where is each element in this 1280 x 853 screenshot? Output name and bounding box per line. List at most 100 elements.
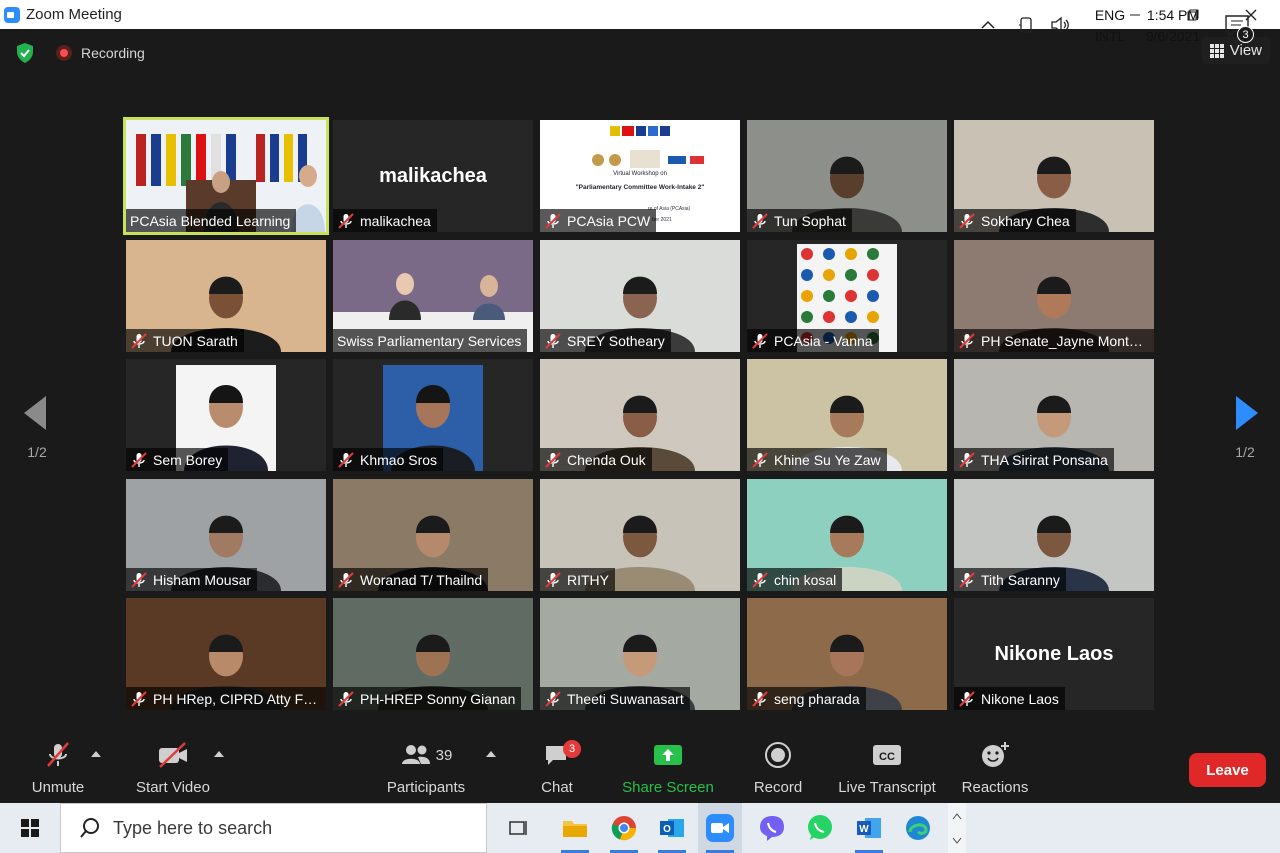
participant-tile[interactable]: Hisham Mousar: [126, 479, 326, 591]
participant-tile[interactable]: TUON Sarath: [126, 240, 326, 352]
participant-tile[interactable]: PH Senate_Jayne Montalban: [954, 240, 1154, 352]
participant-nameplate: Theeti Suwanasart: [540, 687, 690, 710]
participant-nameplate: PH HRep, CIPRD Atty Francis: [126, 687, 326, 710]
participant-tile[interactable]: Chenda Ouk: [540, 359, 740, 471]
security-shield-icon[interactable]: [14, 42, 36, 64]
taskbar-search-box[interactable]: Type here to search: [60, 803, 487, 853]
participant-nameplate: PCAsia - Vanna: [747, 329, 879, 352]
participant-nameplate: Woranad T/ Thailnd: [333, 568, 489, 591]
viber-icon: [760, 816, 784, 841]
next-page-button[interactable]: 1/2: [1230, 396, 1260, 460]
participant-name: malikachea: [360, 212, 431, 229]
participant-tile[interactable]: chin kosal: [747, 479, 947, 591]
grid-view-icon: [1209, 43, 1224, 58]
whatsapp-taskbar-button[interactable]: [798, 803, 842, 853]
outlook-taskbar-button[interactable]: O: [650, 803, 694, 853]
participants-options-caret[interactable]: [486, 751, 496, 757]
chat-button[interactable]: 3 Chat: [537, 735, 581, 796]
language-code: ENG: [1094, 7, 1126, 23]
file-explorer-taskbar-button[interactable]: [553, 803, 597, 853]
participant-tile[interactable]: seng pharada: [747, 598, 947, 710]
record-icon: [765, 742, 791, 768]
reactions-button[interactable]: Reactions: [960, 735, 1030, 796]
start-video-button[interactable]: Start Video: [133, 735, 213, 796]
unmute-button[interactable]: Unmute: [28, 735, 88, 796]
participant-name: Woranad T/ Thailnd: [360, 571, 483, 588]
video-options-caret[interactable]: [214, 751, 224, 757]
participant-tile[interactable]: Woranad T/ Thailnd: [333, 479, 533, 591]
participant-nameplate: PH Senate_Jayne Montalban: [954, 329, 1154, 352]
arrow-left-icon: [24, 396, 46, 430]
word-taskbar-button[interactable]: W: [847, 803, 891, 853]
muted-mic-icon: [752, 332, 768, 349]
chrome-taskbar-button[interactable]: [602, 803, 646, 853]
participant-tile[interactable]: RITHY: [540, 479, 740, 591]
closed-caption-icon: CC: [873, 745, 901, 765]
audio-options-caret[interactable]: [91, 751, 101, 757]
participants-label: Participants: [386, 779, 466, 796]
participant-tile[interactable]: Khmao Sros: [333, 359, 533, 471]
participant-tile[interactable]: Virtual Workshop on "Parliamentary Commit…: [540, 120, 740, 232]
share-screen-button[interactable]: Share Screen: [622, 735, 714, 796]
slide-line: Virtual Workshop on: [613, 171, 667, 177]
edge-taskbar-button[interactable]: [896, 803, 940, 853]
live-transcript-button[interactable]: CC Live Transcript: [836, 735, 938, 796]
participant-tile[interactable]: Tun Sophat: [747, 120, 947, 232]
recording-dot-icon: [56, 45, 72, 61]
task-view-taskbar-button[interactable]: [496, 803, 540, 853]
start-button[interactable]: [0, 803, 60, 853]
chat-unread-badge: 3: [563, 740, 581, 758]
participant-name: Khine Su Ye Zaw: [774, 451, 881, 468]
participant-tile[interactable]: Sem Borey: [126, 359, 326, 471]
participant-tile[interactable]: Theeti Suwanasart: [540, 598, 740, 710]
volume-icon[interactable]: [1050, 15, 1072, 35]
participant-nameplate: THA Sirirat Ponsana: [954, 448, 1114, 471]
participant-tile[interactable]: Khine Su Ye Zaw: [747, 359, 947, 471]
participant-tile[interactable]: Nikone Laos Nikone Laos: [954, 598, 1154, 710]
participant-tile[interactable]: PH HRep, CIPRD Atty Francis: [126, 598, 326, 710]
meeting-toolbar: Unmute Start Video 39 Participants 3 Cha…: [0, 735, 1280, 803]
participants-button[interactable]: 39 Participants: [385, 735, 467, 796]
keyboard-layout: INTL: [1094, 28, 1126, 44]
muted-mic-icon: [545, 571, 561, 588]
participant-nameplate: Tith Saranny: [954, 568, 1066, 591]
participants-icon: [401, 745, 430, 764]
recording-indicator[interactable]: Recording: [56, 45, 145, 61]
participant-tile[interactable]: Tith Saranny: [954, 479, 1154, 591]
participant-name: PCAsia - Vanna: [774, 332, 873, 349]
view-button[interactable]: View: [1201, 37, 1270, 64]
participant-nameplate: malikachea: [333, 209, 437, 232]
participant-nameplate: SREY Sotheary: [540, 329, 671, 352]
participant-tile[interactable]: Sokhary Chea: [954, 120, 1154, 232]
taskbar-clock[interactable]: 1:54 PM 9/6/2021: [1140, 5, 1206, 47]
zoom-app-icon: [4, 6, 20, 23]
participant-tile[interactable]: Swiss Parliamentary Services: [333, 240, 533, 352]
participant-nameplate: Swiss Parliamentary Services: [333, 329, 528, 352]
muted-mic-icon: [131, 451, 147, 468]
zoom-taskbar-button[interactable]: [698, 803, 742, 853]
notification-center-button[interactable]: 3: [1222, 11, 1254, 43]
participant-tile[interactable]: SREY Sotheary: [540, 240, 740, 352]
participant-nameplate: PCAsia Blended Learning: [126, 209, 297, 232]
previous-page-button[interactable]: 1/2: [22, 396, 52, 460]
participant-tile[interactable]: malikachea malikachea: [333, 120, 533, 232]
participant-tile[interactable]: PH-HREP Sonny Gianan: [333, 598, 533, 710]
muted-mic-icon: [752, 451, 768, 468]
leave-button[interactable]: Leave: [1189, 753, 1266, 787]
participant-tile[interactable]: PCAsia Blended Learning: [123, 117, 329, 235]
record-button[interactable]: Record: [752, 735, 804, 796]
chevron-up-icon[interactable]: [978, 15, 998, 35]
muted-mic-icon: [545, 690, 561, 707]
device-icon[interactable]: [1016, 15, 1036, 35]
input-language[interactable]: ENG INTL: [1088, 5, 1132, 47]
participant-name: Swiss Parliamentary Services: [337, 332, 522, 349]
participant-tile[interactable]: THA Sirirat Ponsana: [954, 359, 1154, 471]
notification-count-badge: 3: [1237, 26, 1254, 43]
svg-text:CC: CC: [879, 751, 895, 763]
taskbar-scroll-arrows[interactable]: [948, 803, 966, 853]
slide-line: "Parliamentary Committee Work-Intake 2": [575, 184, 705, 191]
muted-mic-icon: [752, 212, 768, 229]
viber-taskbar-button[interactable]: [750, 803, 794, 853]
participant-tile[interactable]: PCAsia - Vanna: [747, 240, 947, 352]
participants-count: 39: [435, 746, 453, 764]
